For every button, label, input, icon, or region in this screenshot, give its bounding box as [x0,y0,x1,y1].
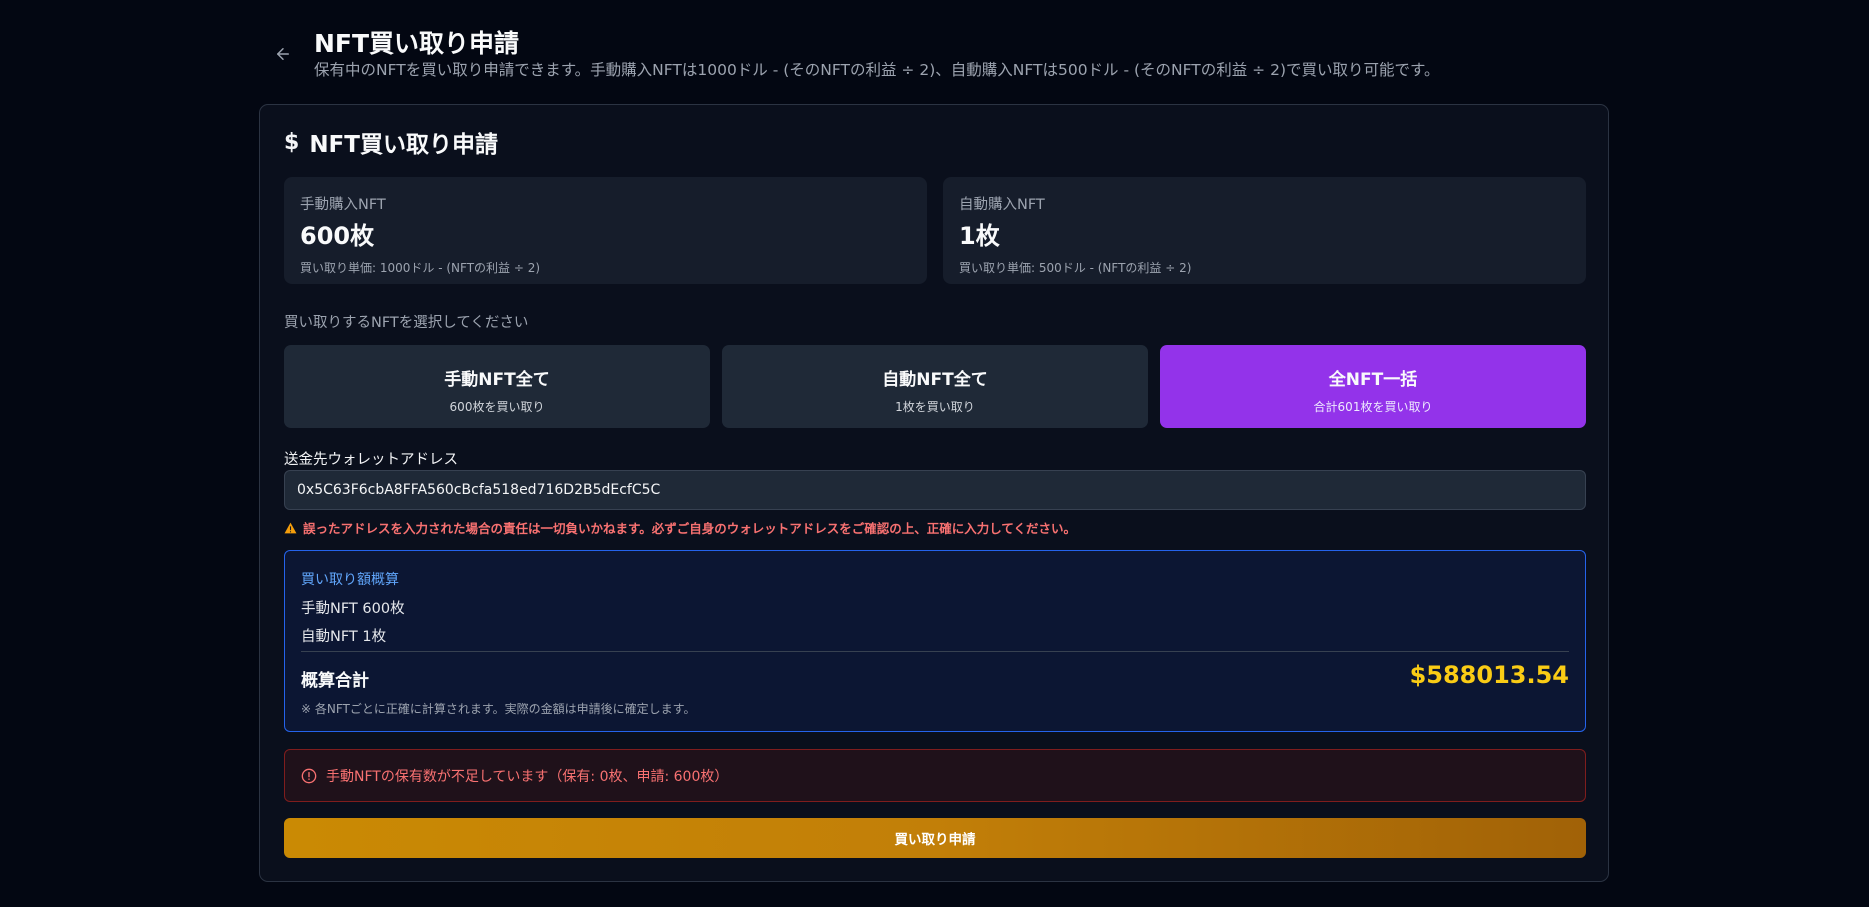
stat-value: 600枚 [300,222,375,250]
back-button[interactable] [269,40,297,68]
estimate-title: 買い取り額概算 [301,572,399,588]
option-auto-all[interactable]: 自動NFT全て 1枚を買い取り [722,345,1148,428]
arrow-left-icon [277,48,289,60]
dollar-icon: $ [284,129,300,155]
estimate-total-label: 概算合計 [301,671,369,691]
stat-label: 自動購入NFT [959,197,1045,213]
auto-nft-stat: 自動購入NFT 1枚 買い取り単価: 500ドル - (NFTの利益 ÷ 2) [943,177,1586,284]
option-subtitle: 1枚を買い取り [895,400,975,414]
buyback-card: $ NFT買い取り申請 手動購入NFT 600枚 買い取り単価: 1000ドル … [259,104,1609,882]
error-alert: 手動NFTの保有数が不足しています（保有: 0枚、申請: 600枚） [284,749,1586,802]
divider [301,651,1569,652]
option-title: 自動NFT全て [882,370,988,390]
card-title-text: NFT買い取り申請 [309,132,498,158]
wallet-address-input[interactable] [284,470,1586,510]
stat-note: 買い取り単価: 1000ドル - (NFTの利益 ÷ 2) [300,261,541,275]
manual-nft-stat: 手動購入NFT 600枚 買い取り単価: 1000ドル - (NFTの利益 ÷ … [284,177,927,284]
select-label: 買い取りするNFTを選択してください [284,315,529,331]
alert-circle-icon [301,768,317,783]
option-manual-all[interactable]: 手動NFT全て 600枚を買い取り [284,345,710,428]
option-subtitle: 600枚を買い取り [449,400,545,414]
option-title: 全NFT一括 [1328,370,1418,390]
warning-icon [284,522,297,533]
estimate-total-value: $588013.54 [1409,661,1569,689]
stat-note: 買い取り単価: 500ドル - (NFTの利益 ÷ 2) [959,261,1192,275]
option-title: 手動NFT全て [444,370,550,390]
option-subtitle: 合計601枚を買い取り [1313,400,1433,414]
stat-label: 手動購入NFT [300,197,386,213]
submit-buyback-button[interactable]: 買い取り申請 [284,818,1586,858]
warning-text: 誤ったアドレスを入力された場合の責任は一切負いかねます。必ずご自身のウォレットア… [303,521,1077,536]
estimate-box: 買い取り額概算 手動NFT 600枚 自動NFT 1枚 概算合計 $588013… [284,550,1586,732]
page-title: NFT買い取り申請 [314,29,520,58]
wallet-label: 送金先ウォレットアドレス [284,452,458,468]
estimate-note: ※ 各NFTごとに正確に計算されます。実際の金額は申請後に確定します。 [301,702,696,716]
stat-value: 1枚 [959,222,1000,250]
page-description: 保有中のNFTを買い取り申請できます。手動購入NFTは1000ドル - (そのN… [314,61,1440,79]
option-all-nft[interactable]: 全NFT一括 合計601枚を買い取り [1160,345,1586,428]
page-header: NFT買い取り申請 保有中のNFTを買い取り申請できます。手動購入NFTは100… [259,22,1611,82]
card-title: $ NFT買い取り申請 [284,125,498,159]
estimate-manual-line: 手動NFT 600枚 [301,601,405,617]
error-text: 手動NFTの保有数が不足しています（保有: 0枚、申請: 600枚） [326,768,729,785]
wallet-warning: 誤ったアドレスを入力された場合の責任は一切負いかねます。必ずご自身のウォレットア… [284,518,1076,537]
estimate-auto-line: 自動NFT 1枚 [301,629,387,645]
